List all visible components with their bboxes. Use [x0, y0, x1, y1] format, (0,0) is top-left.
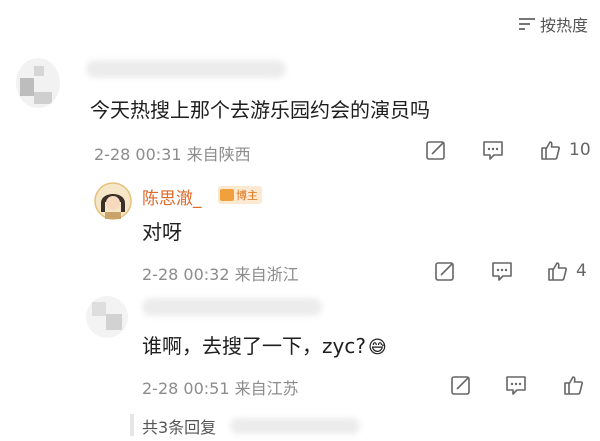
thumbs-up-icon — [564, 376, 583, 395]
like-button[interactable]: 4 — [546, 260, 587, 282]
comment-icon — [492, 262, 512, 281]
reply-button[interactable] — [482, 139, 504, 165]
comment-icon — [506, 376, 526, 395]
share-icon — [426, 141, 445, 160]
avatar[interactable] — [86, 296, 128, 338]
reply-count-link[interactable]: 共3条回复 — [142, 414, 216, 438]
forward-button[interactable] — [450, 374, 472, 400]
sort-label: 按热度 — [539, 16, 588, 35]
avatar[interactable] — [16, 58, 60, 108]
like-button[interactable]: 10 — [539, 139, 591, 161]
username[interactable]: 陈思澈_ — [142, 184, 202, 209]
comment-meta: 2-28 00:31 来自陕西 — [94, 145, 251, 164]
comment-meta: 2-28 00:32 来自浙江 — [142, 265, 299, 284]
reply-button[interactable] — [491, 260, 513, 286]
badge-label: 博主 — [236, 189, 258, 202]
thumbs-up-icon — [548, 262, 567, 281]
share-icon — [435, 262, 454, 281]
comment-text: 谁啊，去搜了一下，zyc? 😅 — [142, 330, 387, 359]
sort-by-hot-button[interactable]: 按热度 — [518, 12, 588, 36]
comment-text-content: 谁啊，去搜了一下，zyc? — [142, 334, 366, 358]
comment-icon — [483, 141, 503, 160]
like-count: 10 — [569, 140, 591, 160]
avatar[interactable] — [94, 182, 132, 220]
thumbs-up-icon — [541, 141, 560, 160]
username-blurred — [142, 298, 322, 316]
comment-text: 今天热搜上那个去游乐园约会的演员吗 — [90, 98, 430, 122]
reply-summary-bar — [130, 414, 134, 436]
sort-icon — [518, 18, 535, 30]
emoji-sweat-smile: 😅 — [367, 337, 387, 358]
forward-button[interactable] — [434, 260, 456, 286]
comment-text: 对呀 — [142, 220, 182, 244]
blurred-overlay — [230, 418, 360, 434]
like-count: 4 — [576, 261, 587, 281]
reply-button[interactable] — [505, 374, 527, 400]
crown-icon — [220, 189, 234, 201]
comment-meta: 2-28 00:51 来自江苏 — [142, 379, 299, 398]
share-icon — [451, 376, 470, 395]
username-blurred — [86, 60, 286, 78]
forward-button[interactable] — [425, 139, 447, 165]
like-button[interactable] — [562, 374, 590, 396]
author-badge: 博主 — [218, 186, 262, 204]
reply-summary[interactable]: 共3条回复 — [130, 408, 390, 441]
